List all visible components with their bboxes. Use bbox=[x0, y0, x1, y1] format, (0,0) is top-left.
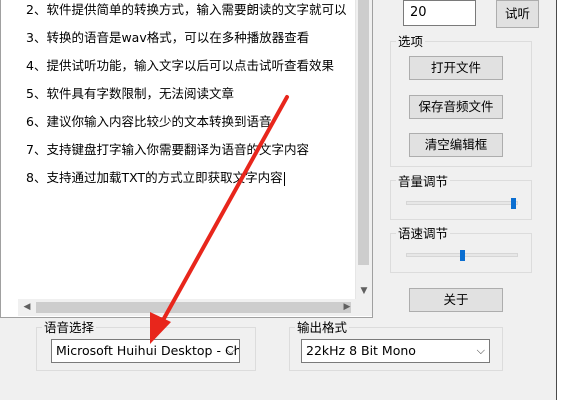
editor-line: 3、转换的语音是wav格式，可以在多种播放器查看 bbox=[26, 30, 310, 45]
editor-line: 7、支持键盘打字输入你需要翻译为语音的文字内容 bbox=[26, 142, 309, 157]
window-border-line bbox=[556, 0, 557, 400]
text-caret bbox=[283, 171, 285, 186]
text-editor[interactable] bbox=[0, 0, 373, 318]
editor-line: 6、建议你输入内容比较少的文本转换到语音 bbox=[26, 114, 272, 129]
editor-line: 2、软件提供简单的转换方式，输入需要朗读的文字就可以 bbox=[26, 2, 347, 17]
save-audio-button[interactable]: 保存音频文件 bbox=[409, 95, 503, 119]
chevron-down-icon: ⌵ bbox=[226, 344, 235, 357]
output-format-value: 22kHz 8 Bit Mono bbox=[306, 343, 416, 358]
voice-label: 语音选择 bbox=[42, 320, 97, 335]
about-button[interactable]: 关于 bbox=[409, 288, 503, 312]
chevron-down-icon: ⌵ bbox=[476, 344, 485, 357]
editor-line: 4、提供试听功能，输入文字以后可以点击试听查看效果 bbox=[26, 58, 334, 73]
editor-line: 5、软件具有字数限制，无法阅读文章 bbox=[26, 86, 234, 101]
speed-label: 语速调节 bbox=[396, 226, 451, 241]
scroll-left-icon[interactable]: ◀ bbox=[20, 299, 34, 316]
open-file-button[interactable]: 打开文件 bbox=[409, 56, 503, 80]
editor-line-last: 8、支持通过加载TXT的方式立即获取文字内容 bbox=[26, 170, 285, 186]
number-input[interactable]: 20 bbox=[403, 0, 476, 26]
scrollbar-corner bbox=[355, 299, 372, 316]
volume-slider-thumb[interactable] bbox=[510, 198, 516, 209]
volume-label: 音量调节 bbox=[396, 174, 451, 189]
clear-editor-button[interactable]: 清空编辑框 bbox=[409, 133, 503, 157]
options-label: 选项 bbox=[396, 34, 426, 49]
voice-select[interactable]: Microsoft Huihui Desktop - Chi ⌵ bbox=[51, 339, 240, 363]
scroll-right-icon[interactable]: ▶ bbox=[340, 299, 354, 316]
output-format-select[interactable]: 22kHz 8 Bit Mono ⌵ bbox=[301, 339, 490, 363]
listen-button[interactable]: 试听 bbox=[496, 0, 539, 28]
scroll-down-icon[interactable]: ▼ bbox=[356, 283, 372, 300]
horizontal-scrollbar-thumb[interactable] bbox=[36, 302, 351, 313]
volume-slider-track[interactable] bbox=[406, 201, 518, 205]
speed-slider-thumb[interactable] bbox=[459, 250, 465, 261]
vertical-scrollbar-thumb[interactable] bbox=[358, 0, 369, 265]
window-right-edge bbox=[557, 0, 572, 400]
voice-select-value: Microsoft Huihui Desktop - Chi bbox=[56, 343, 240, 358]
output-label: 输出格式 bbox=[295, 320, 350, 335]
